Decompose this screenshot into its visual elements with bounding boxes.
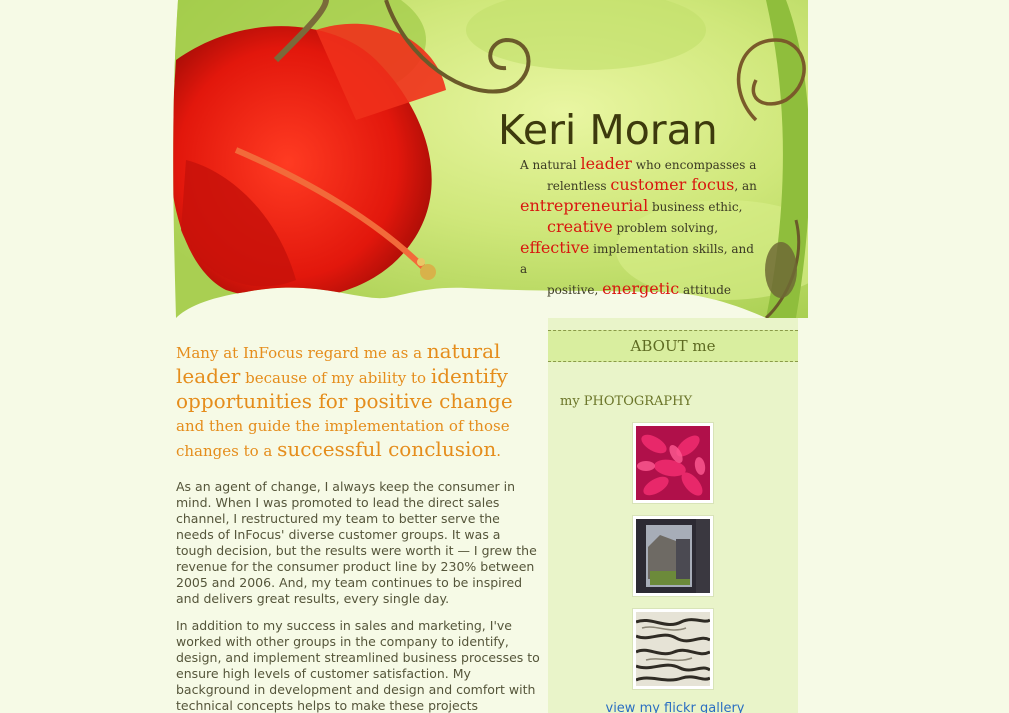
photography-heading: my PHOTOGRAPHY [560, 394, 693, 409]
textured-rock-image [636, 612, 710, 686]
tagline-text: , an [734, 179, 757, 193]
intro-text: Many at InFocus regard me as a [176, 344, 427, 362]
body-paragraph: In addition to my success in sales and m… [176, 618, 540, 713]
flickr-gallery-link[interactable]: view my flickr gallery [605, 701, 745, 713]
tagline-highlight: entrepreneurial [520, 196, 649, 215]
tagline-line-3: entrepreneurial business ethic, [520, 196, 760, 217]
site-title: Keri Moran [498, 106, 718, 154]
tagline-line-4: creative problem solving, [520, 217, 760, 238]
photo-thumbnail-pink-flowers[interactable] [633, 423, 713, 503]
tagline-text: positive, [547, 283, 603, 297]
intro-text: because of my ability to [240, 369, 431, 387]
tagline-text: who encompasses a [631, 158, 757, 172]
body-paragraph: As an agent of change, I always keep the… [176, 479, 537, 606]
tagline-line-2: relentless customer focus, an [520, 175, 760, 196]
tagline-text: attitude [679, 283, 731, 297]
header-banner: Keri Moran A natural leader who encompas… [166, 0, 808, 318]
tagline-highlight: leader [580, 154, 632, 173]
main-content: Many at InFocus regard me as a natural l… [176, 340, 540, 713]
tagline-highlight: energetic [602, 279, 680, 298]
tagline-highlight: effective [520, 238, 590, 257]
sidebar: ABOUT me my PHOTOGRAPHY view my flickr g… [548, 318, 798, 713]
tagline-line-6: positive, energetic attitude [520, 279, 760, 300]
tagline-line-1: A natural leader who encompasses a [520, 154, 760, 175]
intro-emphasis: successful conclusion [277, 437, 497, 461]
page: Keri Moran A natural leader who encompas… [0, 0, 1009, 713]
photo-thumbnail-textured-rock[interactable] [633, 609, 713, 689]
about-me-link[interactable]: ABOUT me [548, 330, 798, 362]
tagline-text: business ethic, [648, 200, 743, 214]
tagline-text: relentless [547, 179, 611, 193]
pink-flowers-image [636, 426, 710, 500]
tagline-line-5: effective implementation skills, and a [520, 238, 760, 279]
tagline-text: problem solving, [612, 221, 719, 235]
tagline-highlight: customer focus [610, 175, 735, 194]
tagline: A natural leader who encompasses a relen… [520, 154, 760, 300]
tagline-highlight: creative [547, 217, 613, 236]
stone-doorway-image [636, 519, 710, 593]
tagline-text: A natural [520, 158, 581, 172]
intro-text: . [496, 442, 502, 460]
photo-thumbnail-stone-doorway[interactable] [633, 516, 713, 596]
intro-statement: Many at InFocus regard me as a natural l… [176, 340, 540, 463]
